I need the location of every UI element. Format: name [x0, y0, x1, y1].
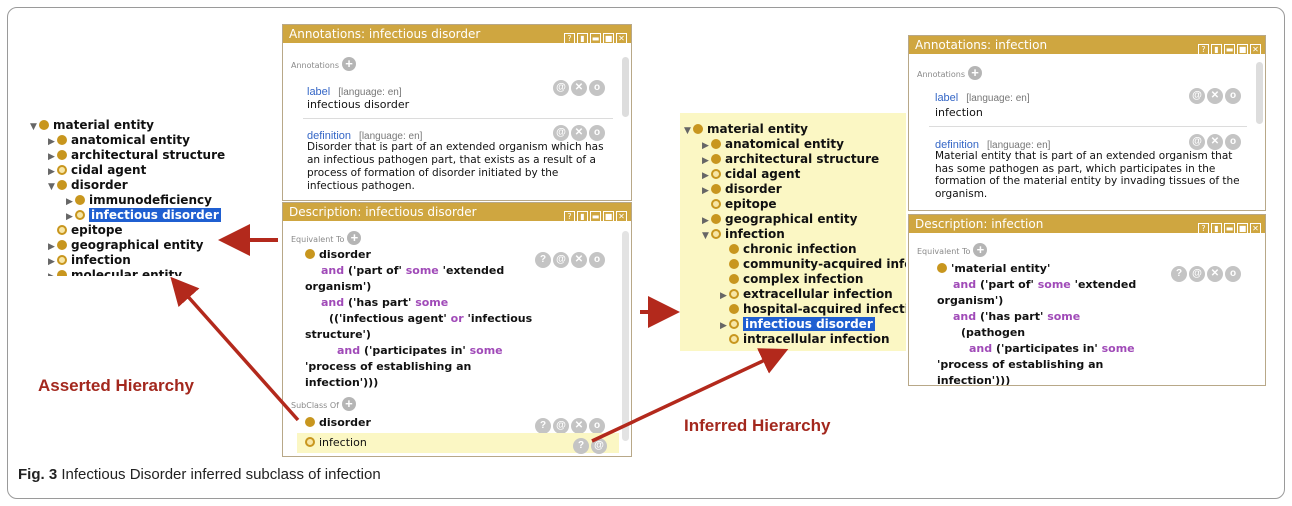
caption-text: Infectious Disorder inferred subclass of… — [57, 466, 381, 483]
arrow-subclass-to-asserted-tree — [170, 276, 300, 422]
annotation-arrows — [170, 224, 789, 443]
inferred-hierarchy-label: Inferred Hierarchy — [684, 416, 831, 435]
caption-prefix: Fig. 3 — [18, 466, 58, 483]
asserted-hierarchy-label: Asserted Hierarchy — [38, 376, 194, 395]
figure-caption: Fig. 3 Infectious Disorder inferred subc… — [18, 466, 381, 483]
